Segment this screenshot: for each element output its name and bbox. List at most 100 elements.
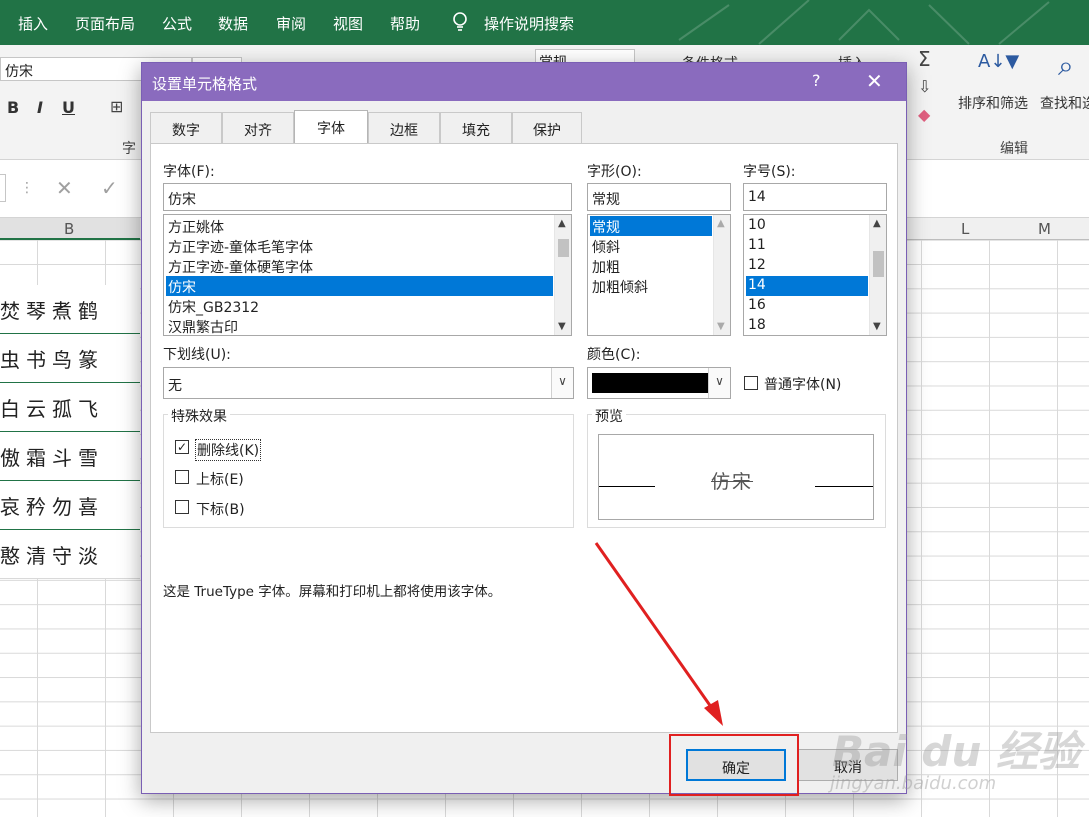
tab-insert[interactable]: 插入 (18, 13, 48, 34)
cell-text: 焚琴煮鹤 (0, 299, 104, 323)
scroll-thumb[interactable] (558, 239, 569, 257)
preview-legend: 预览 (592, 406, 626, 426)
scroll-down-icon[interactable]: ▼ (558, 321, 566, 332)
list-item[interactable]: 方正字迹-童体毛笔字体 (166, 236, 553, 256)
fill-down-icon[interactable]: ⇩ (918, 77, 931, 96)
scroll-thumb[interactable] (873, 251, 884, 277)
cell-text: 白云孤飞 (0, 397, 104, 421)
name-box[interactable] (0, 174, 6, 202)
scroll-down-icon[interactable]: ▼ (873, 321, 881, 332)
chevron-down-icon[interactable]: ∨ (708, 368, 730, 398)
cell-row[interactable]: 虫书鸟篆 (0, 334, 140, 383)
tab-alignment[interactable]: 对齐 (222, 112, 294, 143)
list-item[interactable]: 16 (746, 296, 868, 316)
dialog-titlebar[interactable]: 设置单元格格式 ? ✕ (142, 63, 906, 101)
tab-fill[interactable]: 填充 (440, 112, 512, 143)
list-item[interactable]: 仿宋_GB2312 (166, 296, 553, 316)
tab-font[interactable]: 字体 (294, 110, 368, 143)
column-b-header[interactable]: B (64, 220, 74, 238)
formula-bar-grip-icon: ⋮ (20, 180, 34, 196)
color-swatch (592, 373, 708, 393)
preview-baseline-right (815, 486, 873, 487)
list-item-selected[interactable]: 常规 (590, 216, 712, 236)
size-listbox[interactable]: 10 11 12 14 16 18 ▲ ▼ (743, 214, 887, 336)
style-listbox[interactable]: 常规 倾斜 加粗 加粗倾斜 ▲ ▼ (587, 214, 731, 336)
cell-row[interactable]: 傲霜斗雪 (0, 432, 140, 481)
normal-font-checkbox[interactable] (744, 376, 758, 390)
list-item[interactable]: 10 (746, 216, 868, 236)
font-info-text: 这是 TrueType 字体。屏幕和打印机上都将使用该字体。 (163, 584, 502, 600)
column-m-header[interactable]: M (1038, 220, 1051, 238)
search-tell-me[interactable]: 操作说明搜索 (484, 13, 574, 34)
list-item-selected[interactable]: 14 (746, 276, 868, 296)
list-item[interactable]: 方正字迹-童体硬笔字体 (166, 256, 553, 276)
tab-page-layout[interactable]: 页面布局 (75, 13, 135, 34)
list-item[interactable]: 方正姚体 (166, 216, 553, 236)
superscript-label[interactable]: 上标(E) (196, 469, 244, 489)
underline-button[interactable]: U (62, 98, 75, 117)
cell-row[interactable]: 焚琴煮鹤 (0, 285, 140, 334)
size-list-scrollbar[interactable]: ▲ ▼ (869, 215, 886, 335)
sort-filter-icon[interactable]: A↓▼ (978, 51, 1019, 72)
watermark-url: jingyan.baidu.com (830, 773, 997, 794)
tab-help[interactable]: 帮助 (390, 13, 420, 34)
underline-select[interactable]: 无 ∨ (163, 367, 574, 399)
tab-data[interactable]: 数据 (218, 13, 248, 34)
scroll-up-icon[interactable]: ▲ (717, 218, 725, 229)
subscript-checkbox[interactable] (175, 500, 189, 514)
list-item[interactable]: 汉鼎繁古印 (166, 316, 553, 335)
bold-button[interactable]: B (7, 98, 19, 117)
tab-formulas[interactable]: 公式 (162, 13, 192, 34)
cell-text: 傲霜斗雪 (0, 446, 104, 470)
dialog-title: 设置单元格格式 (152, 75, 258, 93)
strikethrough-label[interactable]: 删除线(K) (195, 439, 262, 461)
find-select-button[interactable]: 查找和选 (1040, 93, 1089, 113)
size-label: 字号(S): (743, 164, 796, 180)
list-item[interactable]: 12 (746, 256, 868, 276)
tab-number[interactable]: 数字 (150, 112, 222, 143)
font-input[interactable]: 仿宋 (163, 183, 572, 211)
list-item[interactable]: 18 (746, 316, 868, 335)
help-button[interactable]: ? (812, 71, 821, 90)
color-picker[interactable]: ∨ (587, 367, 731, 399)
list-item-selected[interactable]: 仿宋 (166, 276, 553, 296)
find-search-icon[interactable]: ⌕ (1058, 49, 1074, 83)
font-label: 字体(F): (163, 164, 215, 180)
italic-button[interactable]: I (37, 98, 43, 117)
style-input[interactable]: 常规 (587, 183, 731, 211)
column-l-header[interactable]: L (961, 220, 969, 238)
cell-row[interactable]: 憨清守淡 (0, 530, 140, 579)
confirm-entry-icon[interactable]: ✓ (101, 176, 118, 200)
sort-filter-button[interactable]: 排序和筛选 (958, 93, 1028, 113)
tab-protection[interactable]: 保护 (512, 112, 582, 143)
list-item[interactable]: 11 (746, 236, 868, 256)
border-icon[interactable]: ⊞ (110, 97, 123, 116)
strikethrough-checkbox[interactable]: ✓ (175, 440, 189, 454)
tab-view[interactable]: 视图 (333, 13, 363, 34)
scroll-up-icon[interactable]: ▲ (873, 218, 881, 229)
tab-border[interactable]: 边框 (368, 112, 440, 143)
close-button[interactable]: ✕ (866, 69, 883, 93)
underline-label: 下划线(U): (163, 347, 231, 363)
subscript-label[interactable]: 下标(B) (196, 499, 245, 519)
scroll-down-icon[interactable]: ▼ (717, 321, 725, 332)
list-item[interactable]: 倾斜 (590, 236, 712, 256)
superscript-checkbox[interactable] (175, 470, 189, 484)
cell-text: 哀矜勿喜 (0, 495, 104, 519)
lightbulb-icon (453, 12, 467, 31)
cancel-entry-icon[interactable]: ✕ (56, 176, 73, 200)
list-item[interactable]: 加粗 (590, 256, 712, 276)
chevron-down-icon[interactable]: ∨ (551, 368, 573, 398)
scroll-up-icon[interactable]: ▲ (558, 218, 566, 229)
normal-font-label[interactable]: 普通字体(N) (764, 374, 841, 394)
autosum-icon[interactable]: Σ (918, 47, 931, 71)
style-list-scrollbar[interactable]: ▲ ▼ (713, 215, 730, 335)
cell-row[interactable]: 哀矜勿喜 (0, 481, 140, 530)
font-listbox[interactable]: 方正姚体 方正字迹-童体毛笔字体 方正字迹-童体硬笔字体 仿宋 仿宋_GB231… (163, 214, 572, 336)
clear-eraser-icon[interactable]: ◆ (918, 105, 930, 124)
list-item[interactable]: 加粗倾斜 (590, 276, 712, 296)
tab-review[interactable]: 审阅 (276, 13, 306, 34)
cell-row[interactable]: 白云孤飞 (0, 383, 140, 432)
size-input[interactable]: 14 (743, 183, 887, 211)
font-list-scrollbar[interactable]: ▲ ▼ (554, 215, 571, 335)
